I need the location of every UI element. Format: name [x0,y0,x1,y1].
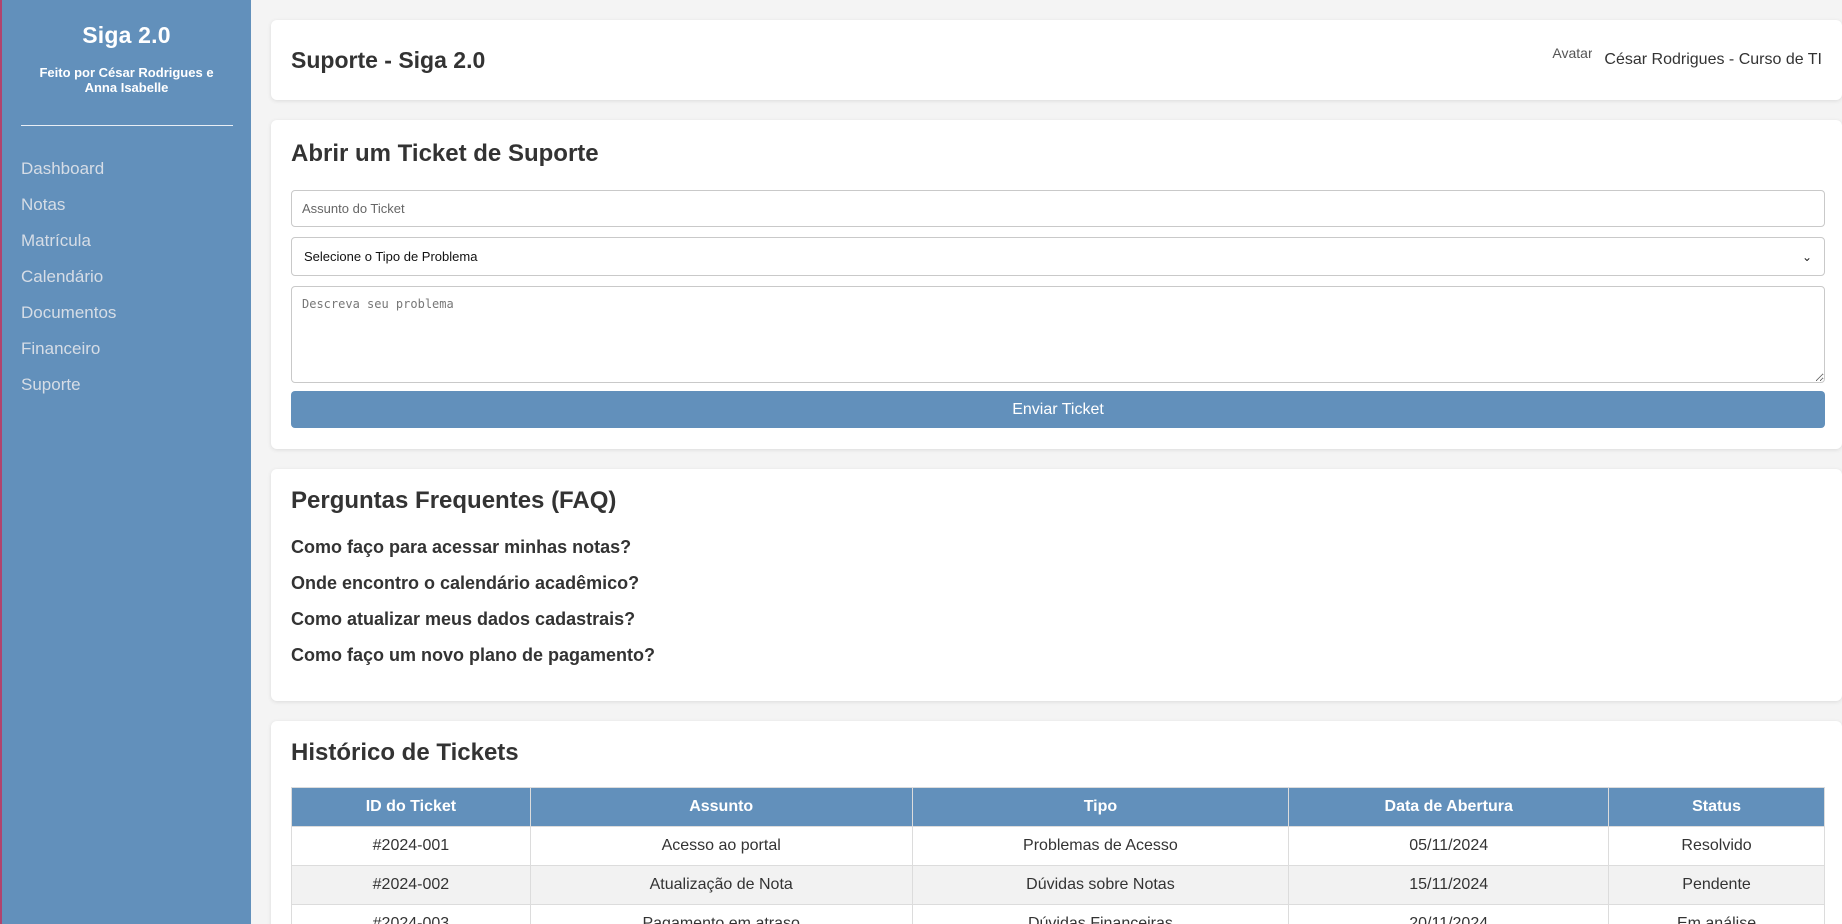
ticket-subject-cell: Pagamento em atraso [529,904,913,924]
history-title: Histórico de Tickets [291,739,519,766]
faq-item[interactable]: Como faço para acessar minhas notas? [291,529,1822,565]
ticket-subject-cell: Atualização de Nota [529,865,913,905]
ticket-subject-cell: Acesso ao portal [529,826,913,866]
faq-item[interactable]: Como atualizar meus dados cadastrais? [291,601,1822,637]
brand-credit: Feito por César Rodrigues e Anna Isabell… [39,65,214,95]
sidebar-nav: Dashboard Notas Matrícula Calendário Doc… [21,151,232,403]
chevron-down-icon: ⌄ [1801,249,1812,264]
sidebar-item-financeiro[interactable]: Financeiro [21,331,232,367]
table-row: #2024-001 Acesso ao portal Problemas de … [291,826,1825,866]
page-header: Suporte - Siga 2.0 Avatar César Rodrigue… [271,20,1842,100]
ticket-history-card: Histórico de Tickets ID do Ticket Assunt… [271,721,1842,924]
sidebar-item-matricula[interactable]: Matrícula [21,223,232,259]
faq-item[interactable]: Como faço um novo plano de pagamento? [291,637,1822,673]
ticket-type-cell: Dúvidas sobre Notas [911,865,1290,905]
ticket-id-cell: #2024-003 [291,904,531,924]
faq-list: Como faço para acessar minhas notas? Ond… [291,529,1822,673]
problem-type-selected: Selecione o Tipo de Problema [304,249,478,264]
sidebar-item-dashboard[interactable]: Dashboard [21,151,232,187]
ticket-type-cell: Dúvidas Financeiras [911,904,1290,924]
user-info: Avatar César Rodrigues - Curso de TI [1552,40,1822,80]
ticket-date-cell: 15/11/2024 [1288,865,1610,905]
table-row: #2024-002 Atualização de Nota Dúvidas so… [291,865,1825,905]
table-header-row: ID do Ticket Assunto Tipo Data de Abertu… [291,787,1825,827]
ticket-status-cell: Resolvido [1608,826,1825,866]
ticket-status-cell: Pendente [1608,865,1825,905]
sidebar-item-notas[interactable]: Notas [21,187,232,223]
ticket-history-table: ID do Ticket Assunto Tipo Data de Abertu… [291,787,1825,924]
column-header-status: Status [1608,787,1825,827]
column-header-type: Tipo [911,787,1290,827]
column-header-date: Data de Abertura [1288,787,1610,827]
sidebar: Siga 2.0 Feito por César Rodrigues e Ann… [0,0,251,924]
page-title: Suporte - Siga 2.0 [291,46,486,73]
sidebar-item-suporte[interactable]: Suporte [21,367,232,403]
faq-item[interactable]: Onde encontro o calendário acadêmico? [291,565,1822,601]
ticket-type-cell: Problemas de Acesso [911,826,1290,866]
faq-title: Perguntas Frequentes (FAQ) [291,487,617,514]
ticket-id-cell: #2024-002 [291,865,531,905]
ticket-form-title: Abrir um Ticket de Suporte [291,140,599,167]
sidebar-divider [21,125,233,126]
submit-ticket-button[interactable]: Enviar Ticket [291,391,1825,428]
main-content: Suporte - Siga 2.0 Avatar César Rodrigue… [271,20,1842,924]
ticket-date-cell: 05/11/2024 [1288,826,1610,866]
faq-card: Perguntas Frequentes (FAQ) Como faço par… [271,469,1842,701]
user-name: César Rodrigues - Curso de TI [1604,51,1822,68]
subject-input[interactable] [291,190,1825,227]
table-row: #2024-003 Pagamento em atraso Dúvidas Fi… [291,904,1825,924]
avatar[interactable]: Avatar [1552,40,1592,80]
brand-title: Siga 2.0 [82,22,171,48]
ticket-id-cell: #2024-001 [291,826,531,866]
sidebar-item-documentos[interactable]: Documentos [21,295,232,331]
sidebar-item-calendario[interactable]: Calendário [21,259,232,295]
description-textarea[interactable] [291,286,1825,383]
ticket-status-cell: Em análise [1608,904,1825,924]
ticket-form-card: Abrir um Ticket de Suporte Selecione o T… [271,120,1842,449]
problem-type-select[interactable]: Selecione o Tipo de Problema ⌄ [291,237,1825,276]
column-header-id: ID do Ticket [291,787,531,827]
ticket-date-cell: 20/11/2024 [1288,904,1610,924]
column-header-subject: Assunto [529,787,913,827]
